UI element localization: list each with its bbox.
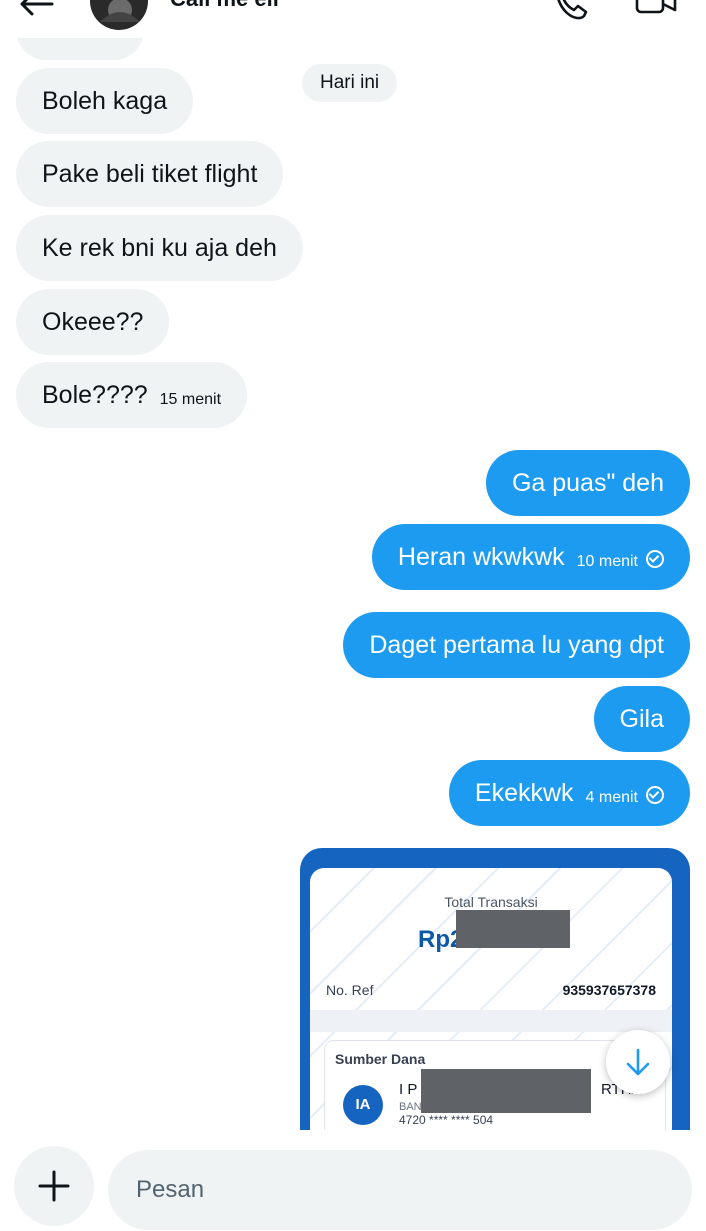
message-text: Ga puas" deh — [511, 469, 664, 497]
message-text: Pake beli tiket flight — [42, 160, 258, 188]
video-icon[interactable] — [634, 0, 678, 20]
seen-check-icon — [646, 550, 664, 568]
add-attachment-button[interactable] — [14, 1146, 94, 1226]
contact-name[interactable]: Call me eli — [170, 0, 279, 12]
phone-icon[interactable] — [552, 0, 588, 20]
seen-check-icon — [646, 786, 664, 804]
message-bubble-outgoing[interactable]: Heran wkwkwk 10 menit — [371, 524, 690, 590]
message-text: Daget pertama lu yang dpt — [369, 631, 664, 659]
message-bubble-outgoing[interactable]: Ekekkwk 4 menit — [448, 760, 690, 826]
message-bubble-incoming[interactable]: Okeee?? — [16, 289, 170, 355]
arrow-down-icon — [626, 1048, 650, 1076]
redaction-block — [456, 910, 570, 948]
message-timestamp: 15 menit — [159, 391, 222, 409]
date-separator: Hari ini — [302, 64, 398, 102]
account-number: 4720 **** **** 504 — [399, 1113, 494, 1127]
message-text: Boleh kaga — [42, 87, 168, 115]
message-text: Heran wkwkwk — [397, 543, 565, 571]
message-text: Gila — [619, 705, 664, 733]
total-transaction-label: Total Transaksi — [444, 894, 538, 910]
source-of-funds-label: Sumber Dana — [335, 1051, 426, 1067]
ref-label: No. Ref — [326, 982, 374, 998]
bank-name: BAN — [399, 1101, 422, 1113]
account-name-start: I P — [399, 1081, 418, 1098]
message-bubble-outgoing[interactable]: Gila — [593, 686, 690, 752]
message-bubble-incoming[interactable]: Bole???? 15 menit — [16, 362, 248, 428]
section-divider — [310, 1010, 672, 1032]
message-bubble-outgoing[interactable]: Daget pertama lu yang dpt — [343, 612, 690, 678]
redaction-block — [421, 1069, 591, 1113]
scroll-to-bottom-button[interactable] — [606, 1030, 670, 1094]
message-bubble-outgoing[interactable]: Ga puas" deh — [485, 450, 690, 516]
message-text: Okeee?? — [42, 308, 144, 336]
ref-value: 935937657378 — [562, 982, 656, 998]
back-arrow-icon[interactable] — [18, 0, 54, 16]
message-text: Ekekkwk — [474, 779, 574, 807]
account-initials-avatar: IA — [343, 1085, 383, 1125]
message-input[interactable] — [108, 1150, 692, 1230]
message-bubble-incoming[interactable]: Boleh kaga — [16, 68, 194, 134]
message-text: Bole???? — [42, 381, 148, 409]
message-bubble-incoming[interactable]: Ke rek bni ku aja deh — [16, 215, 303, 281]
message-timestamp: 4 menit — [585, 789, 638, 807]
message-text: Ke rek bni ku aja deh — [42, 234, 277, 262]
message-bubble-incoming[interactable]: Pake beli tiket flight — [16, 141, 284, 207]
plus-icon — [38, 1170, 70, 1202]
message-timestamp: 10 menit — [576, 553, 638, 571]
